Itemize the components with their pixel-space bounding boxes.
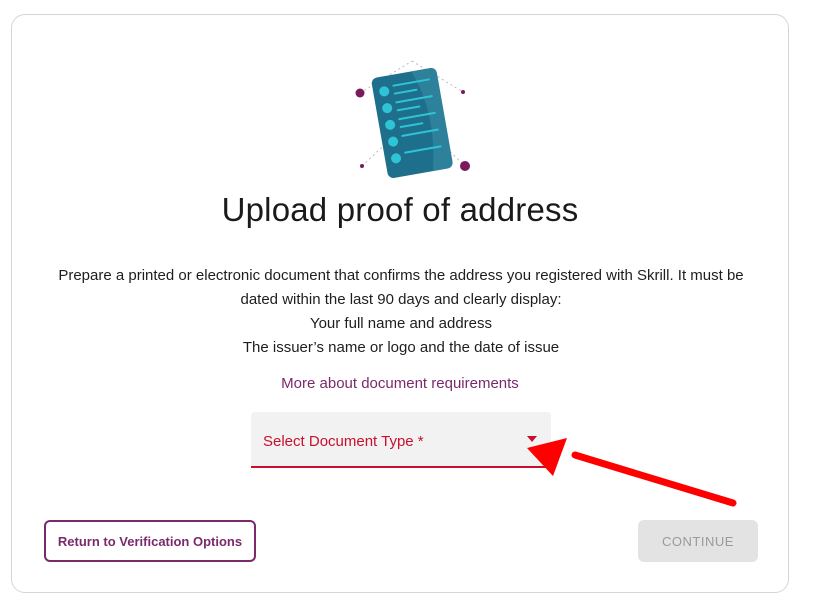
orbit-dot [460,161,470,171]
document-illustration-icon [355,60,470,178]
document-type-select[interactable]: Select Document Type * [251,412,551,468]
document-requirements-link[interactable]: More about document requirements [12,375,788,392]
requirements-intro: Prepare a printed or electronic document… [58,267,744,308]
requirement-item: Your full name and address [309,315,493,332]
orbit-dot [461,90,465,94]
document-type-select-label: Select Document Type * [263,433,424,450]
orbit-dot [355,88,365,98]
continue-button[interactable]: CONTINUE [638,520,758,562]
page-title: Upload proof of address [221,191,579,228]
return-to-verification-options-button[interactable]: Return to Verification Options [44,520,256,562]
requirements-description: Prepare a printed or electronic document… [52,264,750,360]
document-sheet [371,67,453,178]
requirement-item: The issuer’s name or logo and the date o… [242,339,560,356]
orbit-dot [360,164,364,168]
proof-of-address-card: Upload proof of address Prepare a printe… [11,14,789,593]
chevron-down-icon[interactable] [527,436,537,442]
